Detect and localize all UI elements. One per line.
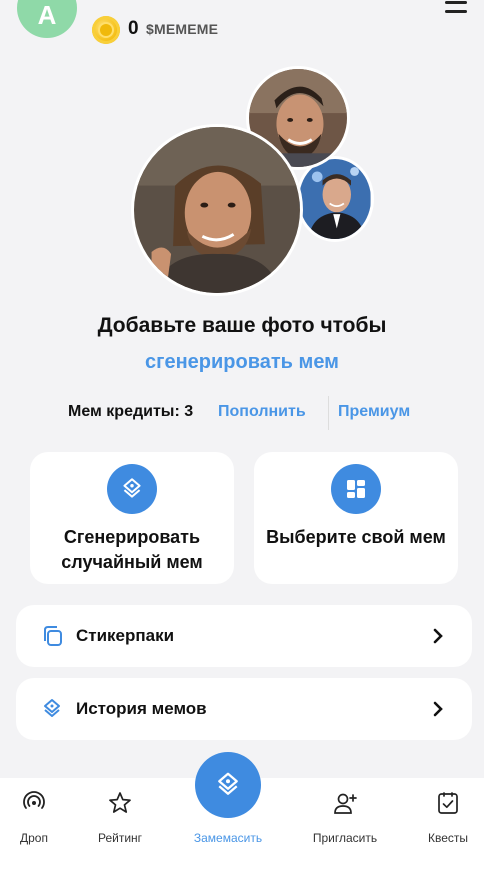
- nav-label: Дроп: [20, 831, 48, 845]
- avatar-letter: A: [37, 0, 57, 30]
- upload-photo-prompt: Добавьте ваше фото чтобы: [97, 314, 387, 337]
- quests-icon: [435, 790, 461, 816]
- choose-meme-card[interactable]: Выберите свой мем: [254, 452, 458, 584]
- nav-label: Пригласить: [312, 831, 378, 845]
- invite-icon: [332, 790, 358, 816]
- random-meme-label: Сгенерировать случайный мем: [61, 527, 203, 572]
- star-icon: [107, 790, 133, 816]
- nav-label: Замемасить: [193, 831, 263, 845]
- hamburger-menu-icon[interactable]: [445, 1, 467, 15]
- meme-stack-icon: [107, 464, 157, 514]
- meme-history-row[interactable]: История мемов: [16, 678, 472, 740]
- drop-icon: [21, 790, 47, 816]
- nav-item-invite[interactable]: Пригласить: [297, 778, 393, 876]
- sticker-packs-row[interactable]: Стикерпаки: [16, 605, 472, 667]
- meme-history-label: История мемов: [76, 699, 207, 718]
- premium-link[interactable]: Премиум: [338, 403, 410, 421]
- nav-item-rating[interactable]: Рейтинг: [72, 778, 168, 876]
- choose-meme-label: Выберите свой мем: [266, 527, 446, 547]
- meme-stack-icon: [218, 772, 238, 795]
- chevron-right-icon: [432, 627, 444, 645]
- nav-item-quests[interactable]: Квесты: [400, 778, 484, 876]
- random-meme-card[interactable]: Сгенерировать случайный мем: [30, 452, 234, 584]
- sample-face-photo: [131, 124, 303, 296]
- nav-label: Квесты: [427, 831, 469, 845]
- meme-credits-label: Мем кредиты: 3: [68, 403, 194, 420]
- chevron-right-icon: [432, 700, 444, 718]
- mememize-button[interactable]: [195, 752, 261, 818]
- nav-label: Рейтинг: [97, 831, 143, 845]
- top-up-link[interactable]: Пополнить: [218, 403, 306, 421]
- token-balance: 0: [128, 18, 139, 39]
- coin-icon: [92, 16, 120, 44]
- token-ticker: $MEMEME: [146, 21, 219, 37]
- divider: [328, 396, 329, 430]
- meme-history-icon: [40, 697, 64, 721]
- generate-meme-link[interactable]: сгенерировать мем: [0, 351, 484, 374]
- grid-icon: [331, 464, 381, 514]
- sticker-packs-label: Стикерпаки: [76, 626, 175, 645]
- user-avatar[interactable]: A: [17, 0, 77, 38]
- nav-item-drop[interactable]: Дроп: [0, 778, 82, 876]
- sticker-packs-icon: [40, 624, 64, 648]
